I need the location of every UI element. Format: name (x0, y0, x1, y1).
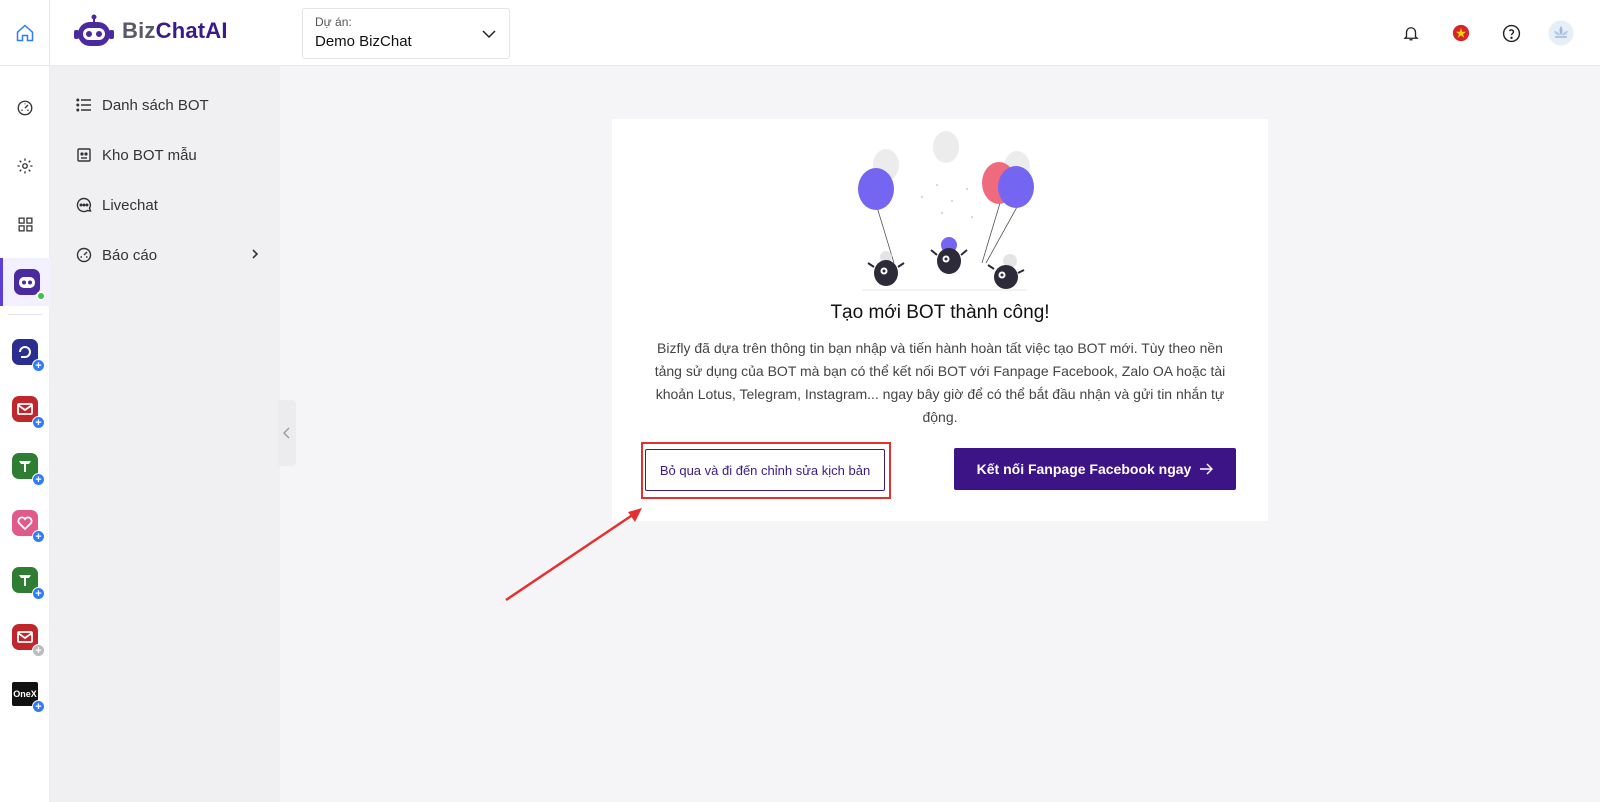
chat-bubble-icon (76, 197, 92, 213)
rail-app-onex[interactable]: OneX + (0, 670, 50, 718)
arrow-right-icon (1200, 463, 1214, 475)
sidebar-item-label: Báo cáo (102, 246, 158, 264)
celebration-balloons-illustration (858, 131, 1034, 291)
sidebar: Danh sách BOT Kho BOT mẫu Livechat Báo c… (50, 66, 280, 802)
home-button[interactable] (0, 0, 50, 66)
rail-app-t2[interactable]: + (0, 556, 50, 604)
bizchat-bot-icon (13, 269, 46, 301)
success-description: Bizfly đã dựa trên thông tin bạn nhập và… (654, 340, 1226, 425)
top-header: BizChatAI Dự án: Demo BizChat (0, 0, 1600, 66)
add-app-badge: + (32, 530, 45, 543)
avatar[interactable] (1546, 18, 1576, 48)
rail-app-bizchat[interactable] (0, 258, 50, 306)
heart-app-icon: + (12, 510, 45, 543)
connect-facebook-fanpage-button[interactable]: Kết nối Fanpage Facebook ngay (954, 448, 1236, 490)
app-blue-icon: + (12, 339, 45, 372)
t-app-icon: + (12, 567, 45, 600)
bell-icon (1403, 27, 1419, 41)
bizchat-logo[interactable]: BizChatAI (74, 14, 228, 48)
add-app-badge: + (32, 587, 45, 600)
vietnam-flag-icon (1452, 24, 1470, 42)
rail-app-t[interactable]: + (0, 442, 50, 490)
help-circle-icon (1502, 24, 1520, 42)
sidebar-item-label: Livechat (102, 196, 158, 214)
chevron-left-icon (283, 427, 290, 439)
sidebar-item-bot-list[interactable]: Danh sách BOT (76, 93, 266, 117)
connect-button-label: Kết nối Fanpage Facebook ngay (976, 461, 1192, 477)
success-title: Tạo mới BOT thành công! (830, 302, 1050, 323)
add-app-badge: + (32, 644, 45, 657)
add-app-badge: + (32, 473, 45, 486)
notification-button[interactable] (1396, 18, 1426, 48)
mail-app-icon: + (12, 624, 45, 657)
add-app-badge: + (32, 359, 45, 372)
sidebar-item-bot-templates[interactable]: Kho BOT mẫu (76, 143, 266, 167)
t-app-icon: + (12, 453, 45, 486)
list-icon (76, 98, 91, 112)
gear-icon (17, 158, 33, 174)
annotation-highlight-box (641, 442, 891, 499)
gauge-icon (17, 100, 33, 116)
chevron-down-icon (482, 30, 496, 39)
rail-dashboard[interactable] (0, 84, 50, 132)
sidebar-collapse-handle[interactable] (278, 400, 296, 466)
online-status-dot (35, 291, 46, 301)
logo-text: BizChatAI (122, 18, 228, 43)
language-button[interactable] (1446, 18, 1476, 48)
rail-divider (8, 314, 42, 315)
sidebar-item-label: Kho BOT mẫu (102, 146, 197, 164)
rail-app-mail2[interactable]: + (0, 613, 50, 661)
sidebar-item-livechat[interactable]: Livechat (76, 193, 266, 217)
onex-label: OneX (13, 689, 37, 699)
add-app-badge: + (32, 416, 45, 429)
app-rail: + + + + + + OneX + (0, 66, 50, 802)
rail-app-mail[interactable]: + (0, 385, 50, 433)
grid-icon (17, 216, 33, 232)
help-button[interactable] (1496, 18, 1526, 48)
bot-template-icon (77, 148, 91, 162)
lotus-avatar-icon (1548, 20, 1574, 46)
robot-logo-icon (74, 14, 114, 46)
rail-settings[interactable] (0, 142, 50, 190)
chevron-right-icon (252, 249, 259, 259)
home-icon (16, 24, 33, 42)
project-selector[interactable]: Dự án: Demo BizChat (302, 8, 510, 59)
onex-app-icon: OneX + (12, 682, 45, 713)
dashboard-gauge-icon (76, 247, 92, 263)
rail-app-blue[interactable]: + (0, 328, 50, 376)
sidebar-item-label: Danh sách BOT (102, 96, 209, 114)
sidebar-item-reports[interactable]: Báo cáo (76, 243, 266, 267)
project-value: Demo BizChat (315, 33, 412, 50)
rail-app-heart[interactable]: + (0, 499, 50, 547)
header-actions (1396, 18, 1576, 48)
project-label: Dự án: (315, 15, 352, 29)
rail-apps[interactable] (0, 200, 50, 248)
add-app-badge: + (32, 700, 45, 713)
mail-app-icon: + (12, 396, 45, 429)
